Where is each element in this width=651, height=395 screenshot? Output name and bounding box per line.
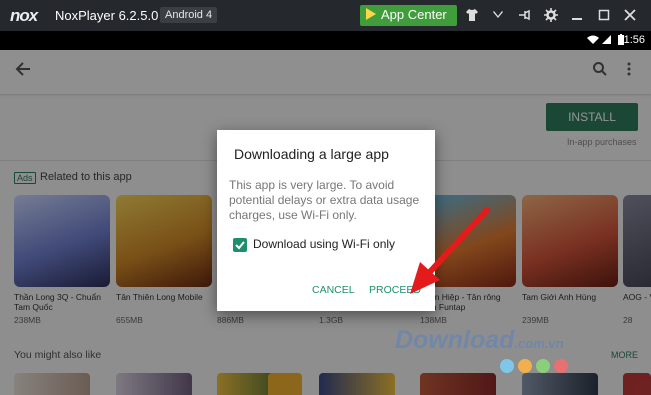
dot-icon [536,359,550,373]
chevron-down-icon[interactable] [491,8,505,22]
nox-logo: nox [10,6,38,25]
play-icon [366,8,376,20]
app-center-button[interactable]: App Center [360,5,457,26]
watermark-dots [500,359,572,378]
watermark-suffix: .com.vn [514,336,564,351]
pin-icon[interactable] [517,8,531,22]
android-version-badge: Android 4 [160,7,218,23]
dot-icon [518,359,532,373]
android-status-bar: 1:56 [0,31,651,50]
watermark-text: Download [395,326,515,354]
wifi-icon [587,34,613,48]
title-bar: nox NoxPlayer 6.2.5.0 Android 4 App Cent… [0,0,651,31]
gear-icon[interactable] [544,8,558,22]
minimize-icon[interactable] [570,8,584,22]
watermark: Download.com.vn [395,326,564,355]
app-center-label: App Center [381,7,447,22]
shirt-icon[interactable] [465,8,479,22]
clock: 1:56 [623,34,645,46]
window-title: NoxPlayer 6.2.5.0 [55,8,159,23]
dot-icon [554,359,568,373]
dot-icon [500,359,514,373]
close-icon[interactable] [623,8,637,22]
nox-window: nox NoxPlayer 6.2.5.0 Android 4 App Cent… [0,0,651,395]
maximize-icon[interactable] [597,8,611,22]
play-store-screen: INSTALL In-app purchases Ads Related to … [0,50,651,395]
